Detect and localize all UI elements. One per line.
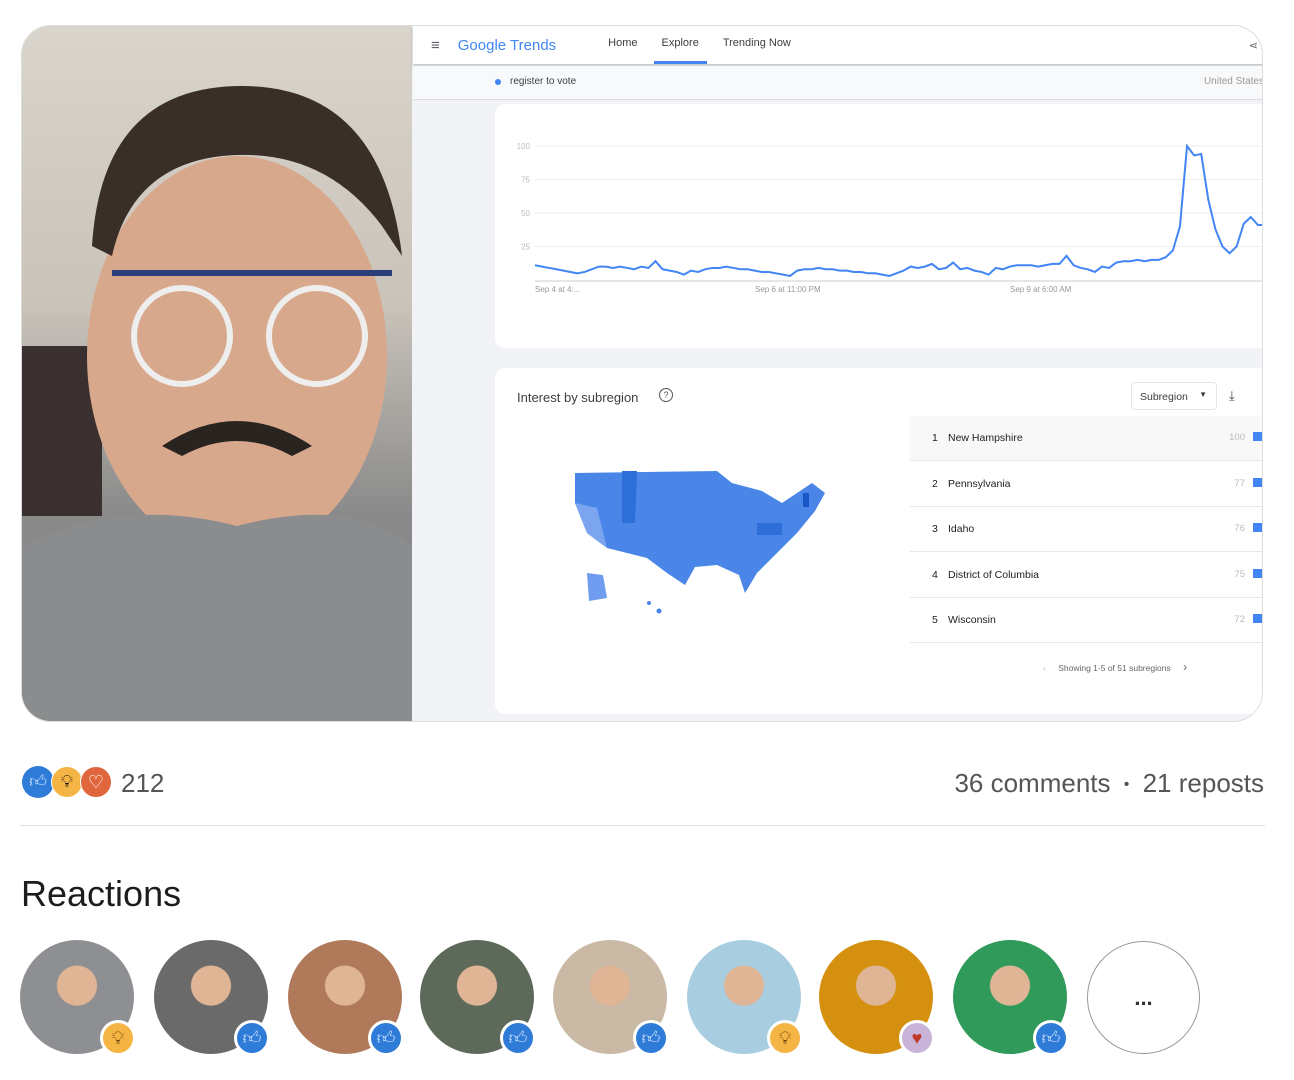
y-tick-label: 25 (521, 243, 530, 252)
interest-over-time-chart: 100 75 50 25 Sep 4 at 4:... Sep 6 at 11:00 PM… (517, 142, 1262, 294)
subregion-value: 100 (1229, 432, 1245, 443)
subregion-title: Interest by subregion (517, 390, 639, 405)
nav-explore[interactable]: Explore (650, 26, 711, 64)
trends-header: ≡ Google Trends Home Explore Trending No… (413, 26, 1262, 64)
caret-down-icon: ▼ (1199, 390, 1207, 399)
reactor-avatar[interactable]: 👍︎ (553, 940, 669, 1056)
subregion-name: Pennsylvania (948, 477, 1011, 490)
comments-link[interactable]: 36 comments (954, 768, 1110, 798)
google-trends-logo: Google Trends (457, 36, 557, 54)
reaction-count[interactable]: 212 (121, 768, 164, 799)
rank: 5 (932, 614, 938, 626)
like-badge-icon: 👍︎ (633, 1020, 669, 1056)
nav-home[interactable]: Home (596, 26, 649, 64)
subregion-dropdown[interactable]: Subregion ▼ (1131, 382, 1217, 410)
subregion-row[interactable]: 2 Pennsylvania 77 (910, 462, 1262, 507)
interest-over-time-card: 100 75 50 25 Sep 4 at 4:... Sep 6 at 11:00 PM… (495, 104, 1262, 348)
video-player[interactable]: ≡ Google Trends Home Explore Trending No… (21, 25, 1263, 722)
reactions-title: Reactions (21, 873, 182, 914)
subregion-bar (1253, 568, 1262, 578)
reactor-avatar[interactable]: 👍︎ (420, 940, 536, 1056)
subregion-row[interactable]: 4 District of Columbia 75 (910, 553, 1262, 598)
like-badge-icon: 👍︎ (500, 1020, 536, 1056)
presenter-illustration (22, 86, 412, 721)
like-badge-icon: 👍︎ (1033, 1020, 1069, 1056)
search-term-bar: register to vote United States (413, 66, 1263, 100)
subregion-value: 76 (1234, 523, 1245, 534)
subregion-bar (1253, 432, 1262, 441)
subregion-value: 75 (1234, 568, 1245, 580)
us-map (575, 471, 825, 614)
subregion-name: District of Columbia (948, 568, 1040, 581)
insightful-badge-icon: 💡︎ (767, 1020, 803, 1056)
reactor-avatar[interactable]: 👍︎ (953, 940, 1069, 1056)
reactor-avatar[interactable]: 💡︎ (20, 940, 136, 1056)
nav-trending-now[interactable]: Trending Now (711, 26, 803, 64)
reaction-icons[interactable]: 👍︎ 💡︎ ♡ (22, 766, 116, 800)
menu-icon[interactable]: ≡ (431, 37, 440, 54)
subregion-bar (1253, 614, 1262, 623)
divider (20, 825, 1265, 826)
download-icon[interactable]: ⤓ (1229, 388, 1235, 404)
reactor-avatar[interactable]: 👍︎ (288, 940, 404, 1056)
subregion-value: 72 (1234, 614, 1245, 625)
subregion-bar (1253, 477, 1262, 487)
search-term[interactable]: register to vote (510, 76, 576, 87)
subregion-name: New Hampshire (948, 432, 1023, 444)
subregion-name: Idaho (948, 523, 975, 535)
presenter-video (22, 26, 412, 721)
rank: 3 (932, 523, 938, 535)
reactor-avatar[interactable]: ♥ (819, 940, 935, 1056)
region-label: United States (1203, 76, 1263, 87)
insightful-reaction-icon: 💡︎ (51, 766, 83, 798)
subregion-bar (1253, 523, 1262, 532)
insightful-badge-icon: 💡︎ (100, 1020, 136, 1056)
next-page-icon[interactable]: › (1183, 660, 1187, 674)
separator: • (1123, 776, 1130, 794)
subregion-row[interactable]: 5 Wisconsin 72 (910, 598, 1262, 643)
x-tick-label: Sep 9 at 6:00 AM (1010, 285, 1072, 294)
rank: 1 (932, 432, 938, 444)
y-tick-label: 50 (521, 209, 530, 218)
share-icon[interactable]: ⋖ (1249, 39, 1258, 52)
x-tick-label: Sep 6 at 11:00 PM (755, 285, 821, 294)
pagination-text: Showing 1-5 of 51 subregions (1058, 663, 1171, 673)
like-badge-icon: 👍︎ (234, 1020, 270, 1056)
google-trends-page: ≡ Google Trends Home Explore Trending No… (413, 26, 1263, 721)
rank: 4 (932, 568, 938, 581)
more-reactors-button[interactable]: ... (1087, 941, 1200, 1054)
reactor-avatar[interactable]: 👍︎ (154, 940, 270, 1056)
subregion-row[interactable]: 1 New Hampshire 100 (910, 416, 1262, 461)
subregion-value: 77 (1234, 477, 1245, 489)
rank: 2 (932, 477, 938, 490)
y-tick-label: 100 (517, 142, 531, 151)
reposts-link[interactable]: 21 reposts (1143, 768, 1264, 798)
engagement-stats: 36 comments • 21 reposts (954, 768, 1264, 799)
x-tick-label: Sep 4 at 4:... (535, 285, 580, 294)
like-reaction-icon: 👍︎ (22, 766, 54, 798)
prev-page-icon[interactable]: ‹ (1043, 663, 1046, 673)
reactor-avatar[interactable]: 💡︎ (687, 940, 803, 1056)
support-badge-icon: ♥ (899, 1020, 935, 1056)
subregion-row[interactable]: 3 Idaho 76 (910, 507, 1262, 552)
interest-line (534, 143, 1262, 278)
term-dot-icon (495, 79, 501, 85)
subregion-list: 1 New Hampshire 100 2 Pennsylvania 77 3 Idaho 76… (910, 416, 1262, 646)
like-badge-icon: 👍︎ (368, 1020, 404, 1056)
subregion-name: Wisconsin (948, 614, 996, 626)
dropdown-value: Subregion (1140, 391, 1188, 403)
help-icon[interactable]: ? (659, 388, 673, 402)
subregion-card: Interest by subregion ? Subregion ▼ ⤓ 1N… (495, 368, 1262, 714)
pagination: ‹ Showing 1-5 of 51 subregions › (1043, 660, 1187, 674)
y-tick-label: 75 (521, 176, 530, 185)
love-reaction-icon: ♡ (80, 766, 112, 798)
